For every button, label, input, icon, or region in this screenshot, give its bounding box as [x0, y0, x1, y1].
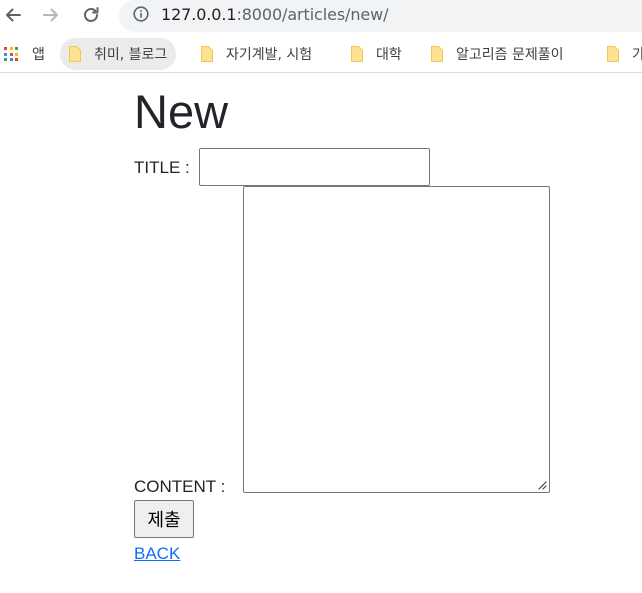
browser-toolbar: 127.0.0.1:8000/articles/new/ — [0, 0, 642, 32]
url-host: 127.0.0.1 — [161, 5, 237, 24]
folder-icon — [607, 46, 619, 62]
bookmarks-bar: 앱 취미, 블로그 자기계발, 시험 대학 알고리즘 문제풀이 가 — [0, 36, 642, 73]
bookmark-apps-label: 앱 — [32, 47, 45, 63]
folder-icon — [201, 46, 213, 62]
reload-button[interactable] — [78, 2, 104, 28]
title-label: TITLE : — [134, 158, 190, 177]
arrow-left-icon — [6, 8, 21, 22]
bookmark-folder-hobby[interactable]: 취미, 블로그 — [60, 38, 177, 70]
bookmark-folder-truncated[interactable]: 가 — [606, 38, 642, 70]
folder-icon — [431, 46, 443, 62]
info-icon[interactable] — [133, 6, 149, 22]
title-input[interactable] — [199, 148, 430, 186]
folder-icon — [351, 46, 363, 62]
bookmark-label: 알고리즘 문제풀이 — [456, 47, 564, 63]
reload-icon — [84, 7, 99, 22]
url-path: :8000/articles/new/ — [236, 5, 389, 24]
bookmark-folder-university[interactable]: 대학 — [350, 38, 402, 70]
arrow-right-icon — [43, 8, 58, 22]
bookmark-label: 가 — [632, 47, 642, 63]
back-button[interactable] — [0, 2, 26, 28]
submit-button[interactable]: 제출 — [134, 500, 194, 538]
forward-button[interactable] — [38, 2, 64, 28]
folder-icon — [69, 46, 81, 62]
bookmark-label: 자기계발, 시험 — [226, 47, 313, 63]
content-textarea[interactable] — [243, 186, 550, 493]
bookmark-folder-algorithm[interactable]: 알고리즘 문제풀이 — [430, 38, 564, 70]
bookmark-apps[interactable]: 앱 — [4, 38, 45, 70]
url-text[interactable]: 127.0.0.1:8000/articles/new/ — [161, 4, 389, 26]
content-label: CONTENT : — [134, 477, 226, 496]
back-link[interactable]: BACK — [134, 543, 180, 565]
bookmark-label: 대학 — [376, 47, 402, 63]
page-title: New — [134, 85, 229, 138]
address-bar[interactable]: 127.0.0.1:8000/articles/new/ — [119, 0, 642, 32]
bookmark-label: 취미, 블로그 — [94, 47, 168, 63]
apps-grid-icon — [4, 47, 18, 61]
bookmark-folder-self-dev[interactable]: 자기계발, 시험 — [200, 38, 312, 70]
